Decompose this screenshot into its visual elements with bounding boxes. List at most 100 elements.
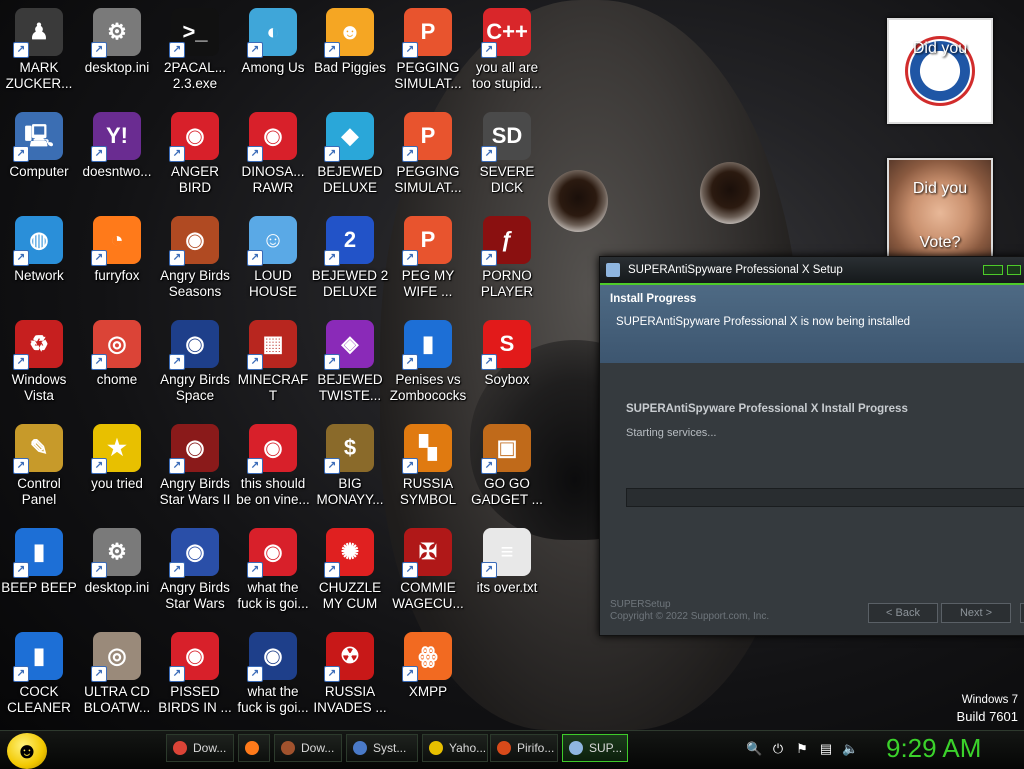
desktop-icon[interactable]: ✎ ↗ Control Panel: [0, 418, 78, 516]
terminal-icon: >_ ↗: [169, 8, 219, 58]
desktop-icon-label: Among Us: [241, 60, 305, 75]
desktop-icon[interactable]: ◉ ↗ Angry Birds Star Wars II: [156, 418, 234, 516]
network-icon[interactable]: ▤: [818, 741, 834, 757]
power-icon[interactable]: ⏻: [770, 741, 786, 757]
piriform-icon: [497, 741, 511, 755]
desktop-icon[interactable]: ◎ ↗ ULTRA CD BLOATW...: [78, 626, 156, 724]
installer-titlebar[interactable]: SUPERAntiSpyware Professional X Setup: [600, 257, 1024, 285]
installer-window[interactable]: SUPERAntiSpyware Professional X Setup In…: [599, 256, 1024, 636]
flag-icon[interactable]: ⚑: [794, 741, 810, 757]
taskbar-button[interactable]: Yaho...: [422, 734, 488, 762]
desktop-icon[interactable]: ◉ ↗ ANGER BIRD: [156, 106, 234, 204]
desktop-icon[interactable]: $ ↗ BIG MONAYY...: [311, 418, 389, 516]
shortcut-arrow-icon: ↗: [324, 562, 340, 578]
desktop-icon[interactable]: ☢ ↗ RUSSIA INVADES ...: [311, 626, 389, 724]
desktop-icon[interactable]: ƒ ↗ PORNO PLAYER: [468, 210, 546, 308]
desktop-icon[interactable]: SD ↗ SEVERE DICK: [468, 106, 546, 204]
taskbar-button[interactable]: Dow...: [166, 734, 234, 762]
desktop-icon[interactable]: Y! ↗ doesntwo...: [78, 106, 156, 204]
desktop-icon[interactable]: ◉ ↗ what the fuck is goi...: [234, 522, 312, 620]
winged-emblem-icon: ✠ ↗: [402, 528, 452, 578]
yahoo-messenger-icon: Y! ↗: [91, 112, 141, 162]
desktop-icon[interactable]: ◉ ↗ Angry Birds Seasons: [156, 210, 234, 308]
clock[interactable]: 9:29 AM: [886, 733, 981, 764]
desktop-icon[interactable]: ◎ ↗ chome: [78, 314, 156, 412]
start-button[interactable]: ☻: [7, 733, 47, 769]
taskbar-button[interactable]: [238, 734, 270, 762]
desktop-icon[interactable]: ▣ ↗ GO GO GADGET ...: [468, 418, 546, 516]
shortcut-arrow-icon: ↗: [91, 666, 107, 682]
pegging-icon: P ↗: [402, 216, 452, 266]
desktop-icon[interactable]: ♟ ↗ MARK ZUCKER...: [0, 2, 78, 100]
gadget-vote[interactable]: Did you Vote?: [887, 158, 993, 258]
search-icon[interactable]: 🔍: [746, 741, 762, 757]
superantispyware-icon: [569, 741, 583, 755]
desktop-icon-label: COCK CLEANER: [7, 684, 71, 715]
desktop-icon[interactable]: ★ ↗ you tried: [78, 418, 156, 516]
desktop-icon[interactable]: ▦ ↗ MINECRAFT: [234, 314, 312, 412]
taskbar-button[interactable]: Dow...: [274, 734, 342, 762]
desktop-icon-label: Soybox: [484, 372, 530, 387]
desktop-icon-label: chome: [96, 372, 138, 387]
shortcut-arrow-icon: ↗: [91, 146, 107, 162]
next-button[interactable]: Next >: [941, 603, 1011, 623]
desktop-icon[interactable]: P ↗ PEGGING SIMULAT...: [389, 106, 467, 204]
desktop-icon[interactable]: ≡ ↗ its over.txt: [468, 522, 546, 620]
desktop-icon[interactable]: ♻ ↗ Windows Vista: [0, 314, 78, 412]
desktop-icon[interactable]: ◍ ↗ Network: [0, 210, 78, 308]
desktop-icon[interactable]: ◆ ↗ BEJEWED DELUXE: [311, 106, 389, 204]
desktop-icon[interactable]: ◐ ↗ Among Us: [234, 2, 312, 100]
desktop-icon[interactable]: 2 ↗ BEJEWED 2 DELUXE: [311, 210, 389, 308]
taskbar-button[interactable]: Syst...: [346, 734, 418, 762]
desktop-icon-label: BEJEWED TWISTE...: [317, 372, 383, 403]
bejeweled-2-icon: 2 ↗: [324, 216, 374, 266]
desktop-icon[interactable]: ◉ ↗ Angry Birds Star Wars: [156, 522, 234, 620]
desktop-icon[interactable]: ◉ ↗ DINOSA... RAWR: [234, 106, 312, 204]
desktop-icon[interactable]: ✺ ↗ CHUZZLE MY CUM: [311, 522, 389, 620]
cancel-button-partial[interactable]: [1020, 603, 1024, 623]
cd-disc-icon: ◎ ↗: [91, 632, 141, 682]
shortcut-arrow-icon: ↗: [247, 146, 263, 162]
desktop-icon[interactable]: P ↗ PEG MY WIFE ...: [389, 210, 467, 308]
desktop-icon[interactable]: S ↗ Soybox: [468, 314, 546, 412]
desktop-icon[interactable]: ◉ ↗ this should be on vine...: [234, 418, 312, 516]
desktop-icon[interactable]: ▚ ↗ RUSSIA SYMBOL: [389, 418, 467, 516]
desktop-icon[interactable]: ꙮ ↗ XMPP: [389, 626, 467, 724]
taskbar-button[interactable]: SUP...: [562, 734, 628, 762]
desktop-icon-label: LOUD HOUSE: [248, 268, 297, 299]
desktop-icon[interactable]: ▮ ↗ COCK CLEANER: [0, 626, 78, 724]
desktop-icon[interactable]: ⚙ ↗ desktop.ini: [78, 2, 156, 100]
desktop-icon-label: you all are too stupid...: [472, 60, 542, 91]
gadget-obama-text: Did you: [912, 40, 968, 57]
desktop-icon[interactable]: ▮ ↗ Penises vs Zombococks: [389, 314, 467, 412]
volume-icon[interactable]: 🔈: [842, 741, 858, 757]
taskbar-button[interactable]: Pirifo...: [490, 734, 558, 762]
desktop-icon[interactable]: ☻ ↗ Bad Piggies: [311, 2, 389, 100]
desktop-icon[interactable]: ☺ ↗ LOUD HOUSE: [234, 210, 312, 308]
desktop-icon[interactable]: ◉ ↗ what the fuck is goi...: [234, 626, 312, 724]
desktop-icon[interactable]: P ↗ PEGGING SIMULAT...: [389, 2, 467, 100]
desktop-icon[interactable]: ⚙ ↗ desktop.ini: [78, 522, 156, 620]
desktop-icon[interactable]: ▮ ↗ BEEP BEEP: [0, 522, 78, 620]
desktop-icon-label: Penises vs Zombococks: [389, 372, 467, 403]
shortcut-arrow-icon: ↗: [13, 562, 29, 578]
back-button[interactable]: < Back: [868, 603, 938, 623]
shortcut-arrow-icon: ↗: [247, 42, 263, 58]
desktop-icon[interactable]: 🖳 ↗ Computer: [0, 106, 78, 204]
desktop-icon[interactable]: ✠ ↗ COMMIE WAGECU...: [389, 522, 467, 620]
desktop-icon-label: PEGGING SIMULAT...: [394, 60, 462, 91]
desktop-icon-label: Angry Birds Star Wars II: [159, 476, 231, 507]
soybox-icon: S ↗: [481, 320, 531, 370]
desktop-icon[interactable]: ◉ ↗ Angry Birds Space: [156, 314, 234, 412]
desktop-icon[interactable]: >_ ↗ 2PACAL... 2.3.exe: [156, 2, 234, 100]
desktop-icon[interactable]: C++ ↗ you all are too stupid...: [468, 2, 546, 100]
desktop-icon[interactable]: ◈ ↗ BEJEWED TWISTE...: [311, 314, 389, 412]
installer-status: Starting services...: [626, 427, 717, 439]
maximize-icon[interactable]: [1007, 265, 1021, 275]
minimize-icon[interactable]: [983, 265, 1003, 275]
desktop-icon-label: CHUZZLE MY CUM: [318, 580, 382, 611]
gadget-obama[interactable]: Did you: [887, 18, 993, 124]
shortcut-arrow-icon: ↗: [247, 250, 263, 266]
desktop-icon[interactable]: ◉ ↗ PISSED BIRDS IN ...: [156, 626, 234, 724]
desktop-icon[interactable]: ◔ ↗ furryfox: [78, 210, 156, 308]
